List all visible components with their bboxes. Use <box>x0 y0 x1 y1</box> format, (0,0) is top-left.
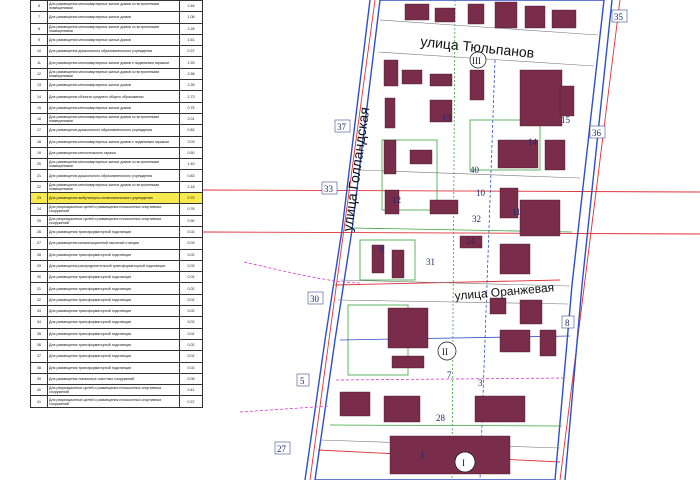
lot-number-12: 12 <box>392 195 401 205</box>
lot-number-13: 13 <box>442 113 452 123</box>
buildings <box>339 1 577 475</box>
lot-number-27: 27 <box>277 444 287 454</box>
lot-number-14: 14 <box>528 137 538 147</box>
district-label-iii: III <box>472 56 481 66</box>
lot-number-7: 7 <box>447 370 452 380</box>
lot-number-1: 1 <box>420 450 425 460</box>
lot-number-3: 3 <box>478 378 483 388</box>
lot-number-40: 40 <box>470 165 480 175</box>
lot-number-36: 36 <box>592 128 602 138</box>
lot-number-32: 32 <box>472 214 481 224</box>
lot-number-28: 28 <box>436 413 446 423</box>
lot-number-33: 33 <box>324 184 334 194</box>
lot-number-11: 11 <box>512 207 521 217</box>
district-label-i: I <box>462 458 465 468</box>
lot-number-15: 15 <box>561 115 571 125</box>
district-label-ii: II <box>442 347 448 357</box>
red-boundary-lines <box>202 0 700 480</box>
lot-number-31: 31 <box>426 257 435 267</box>
lot-number-37: 37 <box>337 122 347 132</box>
lot-number-8: 8 <box>565 318 570 328</box>
lot-number-10: 10 <box>476 188 486 198</box>
lot-number-24: 24 <box>466 236 476 246</box>
lot-number-5: 5 <box>300 376 305 386</box>
district-marker-i <box>454 451 476 473</box>
lot-number-35: 35 <box>614 12 624 22</box>
lot-number-9: 9 <box>379 244 384 254</box>
site-plan-map[interactable]: улица Тюльпанов улица Голландская улица … <box>0 0 700 480</box>
lot-number-30: 30 <box>310 294 320 304</box>
